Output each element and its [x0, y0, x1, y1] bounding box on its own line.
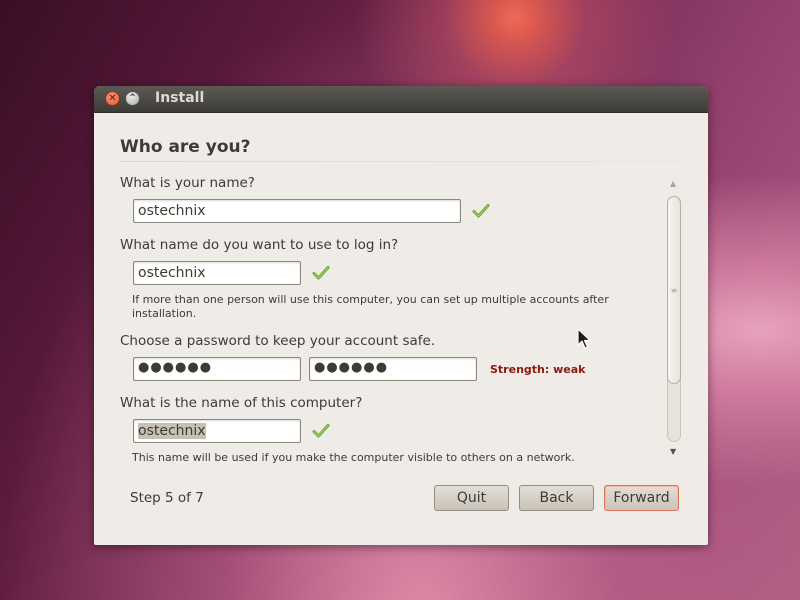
- check-icon: [312, 424, 330, 438]
- scroll-up-arrow-icon[interactable]: ▲: [670, 180, 676, 188]
- window-title: Install: [155, 90, 205, 106]
- grip-icon: ≡: [670, 285, 678, 295]
- step-indicator: Step 5 of 7: [130, 490, 204, 506]
- vertical-scrollbar[interactable]: ▲ ≡ ▼: [666, 180, 682, 460]
- back-button[interactable]: Back: [519, 485, 594, 511]
- password-strength: Strength: weak: [490, 363, 586, 376]
- username-value: ostechnix: [138, 265, 206, 281]
- username-field[interactable]: ostechnix: [133, 261, 301, 285]
- password-field[interactable]: ●●●●●●: [133, 357, 301, 381]
- mouse-pointer-icon: [577, 328, 591, 349]
- login-hint-line-2: installation.: [132, 307, 197, 320]
- password-masked-value: ●●●●●●: [138, 360, 213, 375]
- name-label: What is your name?: [120, 175, 255, 191]
- quit-button[interactable]: Quit: [434, 485, 509, 511]
- login-label: What name do you want to use to log in?: [120, 237, 399, 253]
- maximize-icon[interactable]: ⌃: [125, 91, 140, 106]
- computer-name-hint: This name will be used if you make the c…: [132, 451, 575, 464]
- title-bar[interactable]: ✕ ⌃ Install: [94, 86, 708, 113]
- login-hint-line-1: If more than one person will use this co…: [132, 293, 609, 306]
- computer-name-field[interactable]: ostechnix: [133, 419, 301, 443]
- check-icon: [472, 204, 490, 218]
- scroll-thumb[interactable]: ≡: [667, 196, 681, 384]
- install-window: ✕ ⌃ Install Who are you? What is your na…: [94, 86, 708, 545]
- computer-name-label: What is the name of this computer?: [120, 395, 363, 411]
- confirm-password-field[interactable]: ●●●●●●: [309, 357, 477, 381]
- computer-name-value: ostechnix: [138, 423, 206, 439]
- forward-button[interactable]: Forward: [604, 485, 679, 511]
- confirm-password-masked-value: ●●●●●●: [314, 360, 389, 375]
- login-hint: If more than one person will use this co…: [132, 293, 609, 321]
- heading-divider: [120, 161, 680, 162]
- scroll-down-arrow-icon[interactable]: ▼: [670, 448, 676, 456]
- full-name-field[interactable]: ostechnix: [133, 199, 461, 223]
- close-icon[interactable]: ✕: [105, 91, 120, 106]
- full-name-value: ostechnix: [138, 203, 206, 219]
- check-icon: [312, 266, 330, 280]
- page-title: Who are you?: [120, 137, 251, 157]
- password-label: Choose a password to keep your account s…: [120, 333, 436, 349]
